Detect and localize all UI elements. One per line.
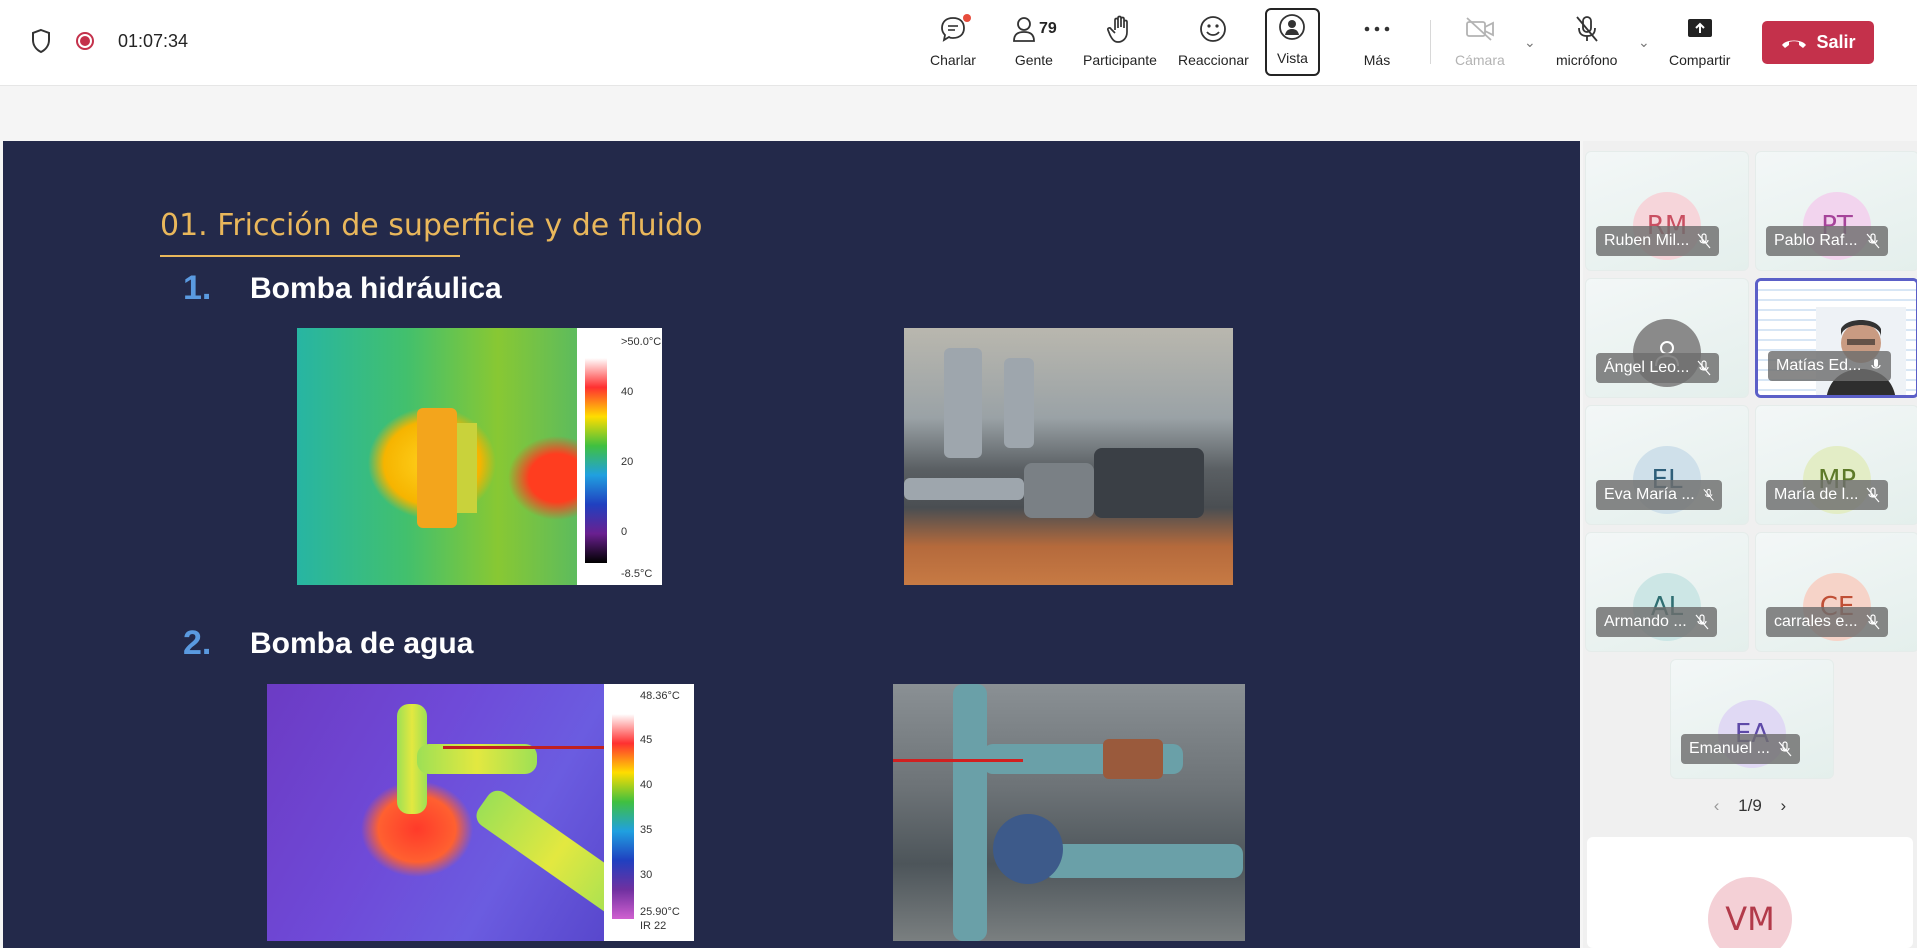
more-icon <box>1363 12 1391 46</box>
participant-name-tag: Ángel Leo... <box>1596 353 1720 383</box>
more-button[interactable]: Más <box>1363 12 1391 74</box>
camera-off-icon <box>1464 12 1496 46</box>
item-heading: Bomba de agua <box>250 627 474 660</box>
mic-off-icon <box>1697 360 1711 376</box>
share-icon <box>1685 12 1715 46</box>
participant-name-tag: Ruben Mil... <box>1596 226 1720 256</box>
react-button[interactable]: Reaccionar <box>1178 12 1249 74</box>
photo-water-pump <box>893 684 1245 941</box>
camera-button[interactable]: Cámara <box>1455 12 1505 74</box>
people-button[interactable]: 79 Gente <box>1011 12 1057 74</box>
mic-off-icon <box>1703 488 1714 501</box>
page-indicator: 1/9 <box>1738 796 1762 815</box>
participant-name-tag: carrales e... <box>1766 607 1888 637</box>
participant-tile[interactable]: AL Armando ... <box>1585 532 1749 652</box>
meeting-info: 01:07:34 <box>30 28 188 54</box>
participant-tile[interactable]: CE carrales e... <box>1755 532 1917 652</box>
participant-tile[interactable]: EL Eva María ... <box>1585 405 1749 525</box>
slide-title: 01. Fricción de superficie y de fluido <box>160 208 703 243</box>
pagination: ‹ 1/9 › <box>1583 796 1917 816</box>
featured-participant-tile[interactable]: VM <box>1587 837 1913 948</box>
mic-off-icon <box>1697 233 1711 249</box>
meeting-timer: 01:07:34 <box>118 30 189 51</box>
participant-tile[interactable]: Ángel Leo... <box>1585 278 1749 398</box>
title-underline <box>160 255 460 257</box>
mic-off-icon <box>1866 233 1880 249</box>
thermal-image-hydraulic-pump: >50.0°C 40 20 0 -8.5°C <box>297 328 662 585</box>
participant-tile[interactable]: RM Ruben Mil... <box>1585 151 1749 271</box>
temperature-scale: 48.36°C 45 40 35 30 25.90°C IR 22 <box>604 684 694 941</box>
participant-name-tag: Matías Ed... <box>1768 351 1892 381</box>
measure-line <box>893 759 1023 762</box>
mic-button[interactable]: micrófono <box>1556 12 1617 74</box>
avatar: VM <box>1708 877 1792 948</box>
view-icon <box>1277 10 1307 44</box>
next-page-chevron-icon[interactable]: › <box>1781 796 1787 815</box>
shared-content: 01. Fricción de superficie y de fluido 1… <box>3 141 1580 948</box>
mic-icon <box>1871 359 1881 369</box>
participant-name-tag: Eva María ... <box>1596 480 1722 510</box>
shield-icon[interactable] <box>30 28 52 54</box>
participant-name-tag: Pablo Raf... <box>1766 226 1888 256</box>
camera-options-chevron-icon[interactable]: ⌄ <box>1524 34 1536 51</box>
thermal-image-water-pump: 48.36°C 45 40 35 30 25.90°C IR 22 <box>267 684 694 941</box>
people-icon: 79 <box>1011 12 1057 46</box>
phone-hangup-icon <box>1782 40 1807 48</box>
unread-dot <box>962 14 971 22</box>
leave-button[interactable]: Salir <box>1762 21 1874 64</box>
participant-tile[interactable]: EA Emanuel ... <box>1670 659 1834 779</box>
raise-hand-button[interactable]: Participante <box>1083 12 1157 74</box>
mic-off-icon <box>1778 741 1792 757</box>
mic-off-icon <box>1867 487 1880 503</box>
participant-tile-video[interactable]: Matías Ed... <box>1755 278 1917 398</box>
hand-icon <box>1106 12 1134 46</box>
photo-hydraulic-pump <box>904 328 1233 585</box>
view-button[interactable]: Vista <box>1265 8 1320 76</box>
share-button[interactable]: Compartir <box>1669 12 1730 74</box>
people-count: 79 <box>1039 20 1057 37</box>
toolbar-separator <box>1430 20 1431 64</box>
participant-name-tag: Emanuel ... <box>1681 734 1800 764</box>
mic-off-icon <box>1866 614 1880 630</box>
participant-tile[interactable]: MP María de l... <box>1755 405 1917 525</box>
chat-icon <box>938 12 971 46</box>
participant-name-tag: Armando ... <box>1596 607 1717 637</box>
mic-off-icon <box>1574 12 1600 46</box>
recording-icon <box>76 32 94 50</box>
participant-name-tag: María de l... <box>1766 480 1889 510</box>
item-heading: Bomba hidráulica <box>250 272 502 305</box>
participants-panel: RM Ruben Mil... PT Pablo Raf... Ángel Le… <box>1583 141 1917 948</box>
smiley-icon <box>1198 12 1228 46</box>
mic-options-chevron-icon[interactable]: ⌄ <box>1638 34 1650 51</box>
chat-button[interactable]: Charlar <box>930 12 976 74</box>
mic-off-icon <box>1695 614 1709 630</box>
temperature-scale: >50.0°C 40 20 0 -8.5°C <box>577 328 662 585</box>
item-number: 2. <box>183 624 212 662</box>
meeting-toolbar: 01:07:34 Charlar 79 Gente Participante R… <box>0 0 1917 86</box>
participant-tile[interactable]: PT Pablo Raf... <box>1755 151 1917 271</box>
previous-page-chevron-icon[interactable]: ‹ <box>1714 796 1720 815</box>
item-number: 1. <box>183 269 212 307</box>
